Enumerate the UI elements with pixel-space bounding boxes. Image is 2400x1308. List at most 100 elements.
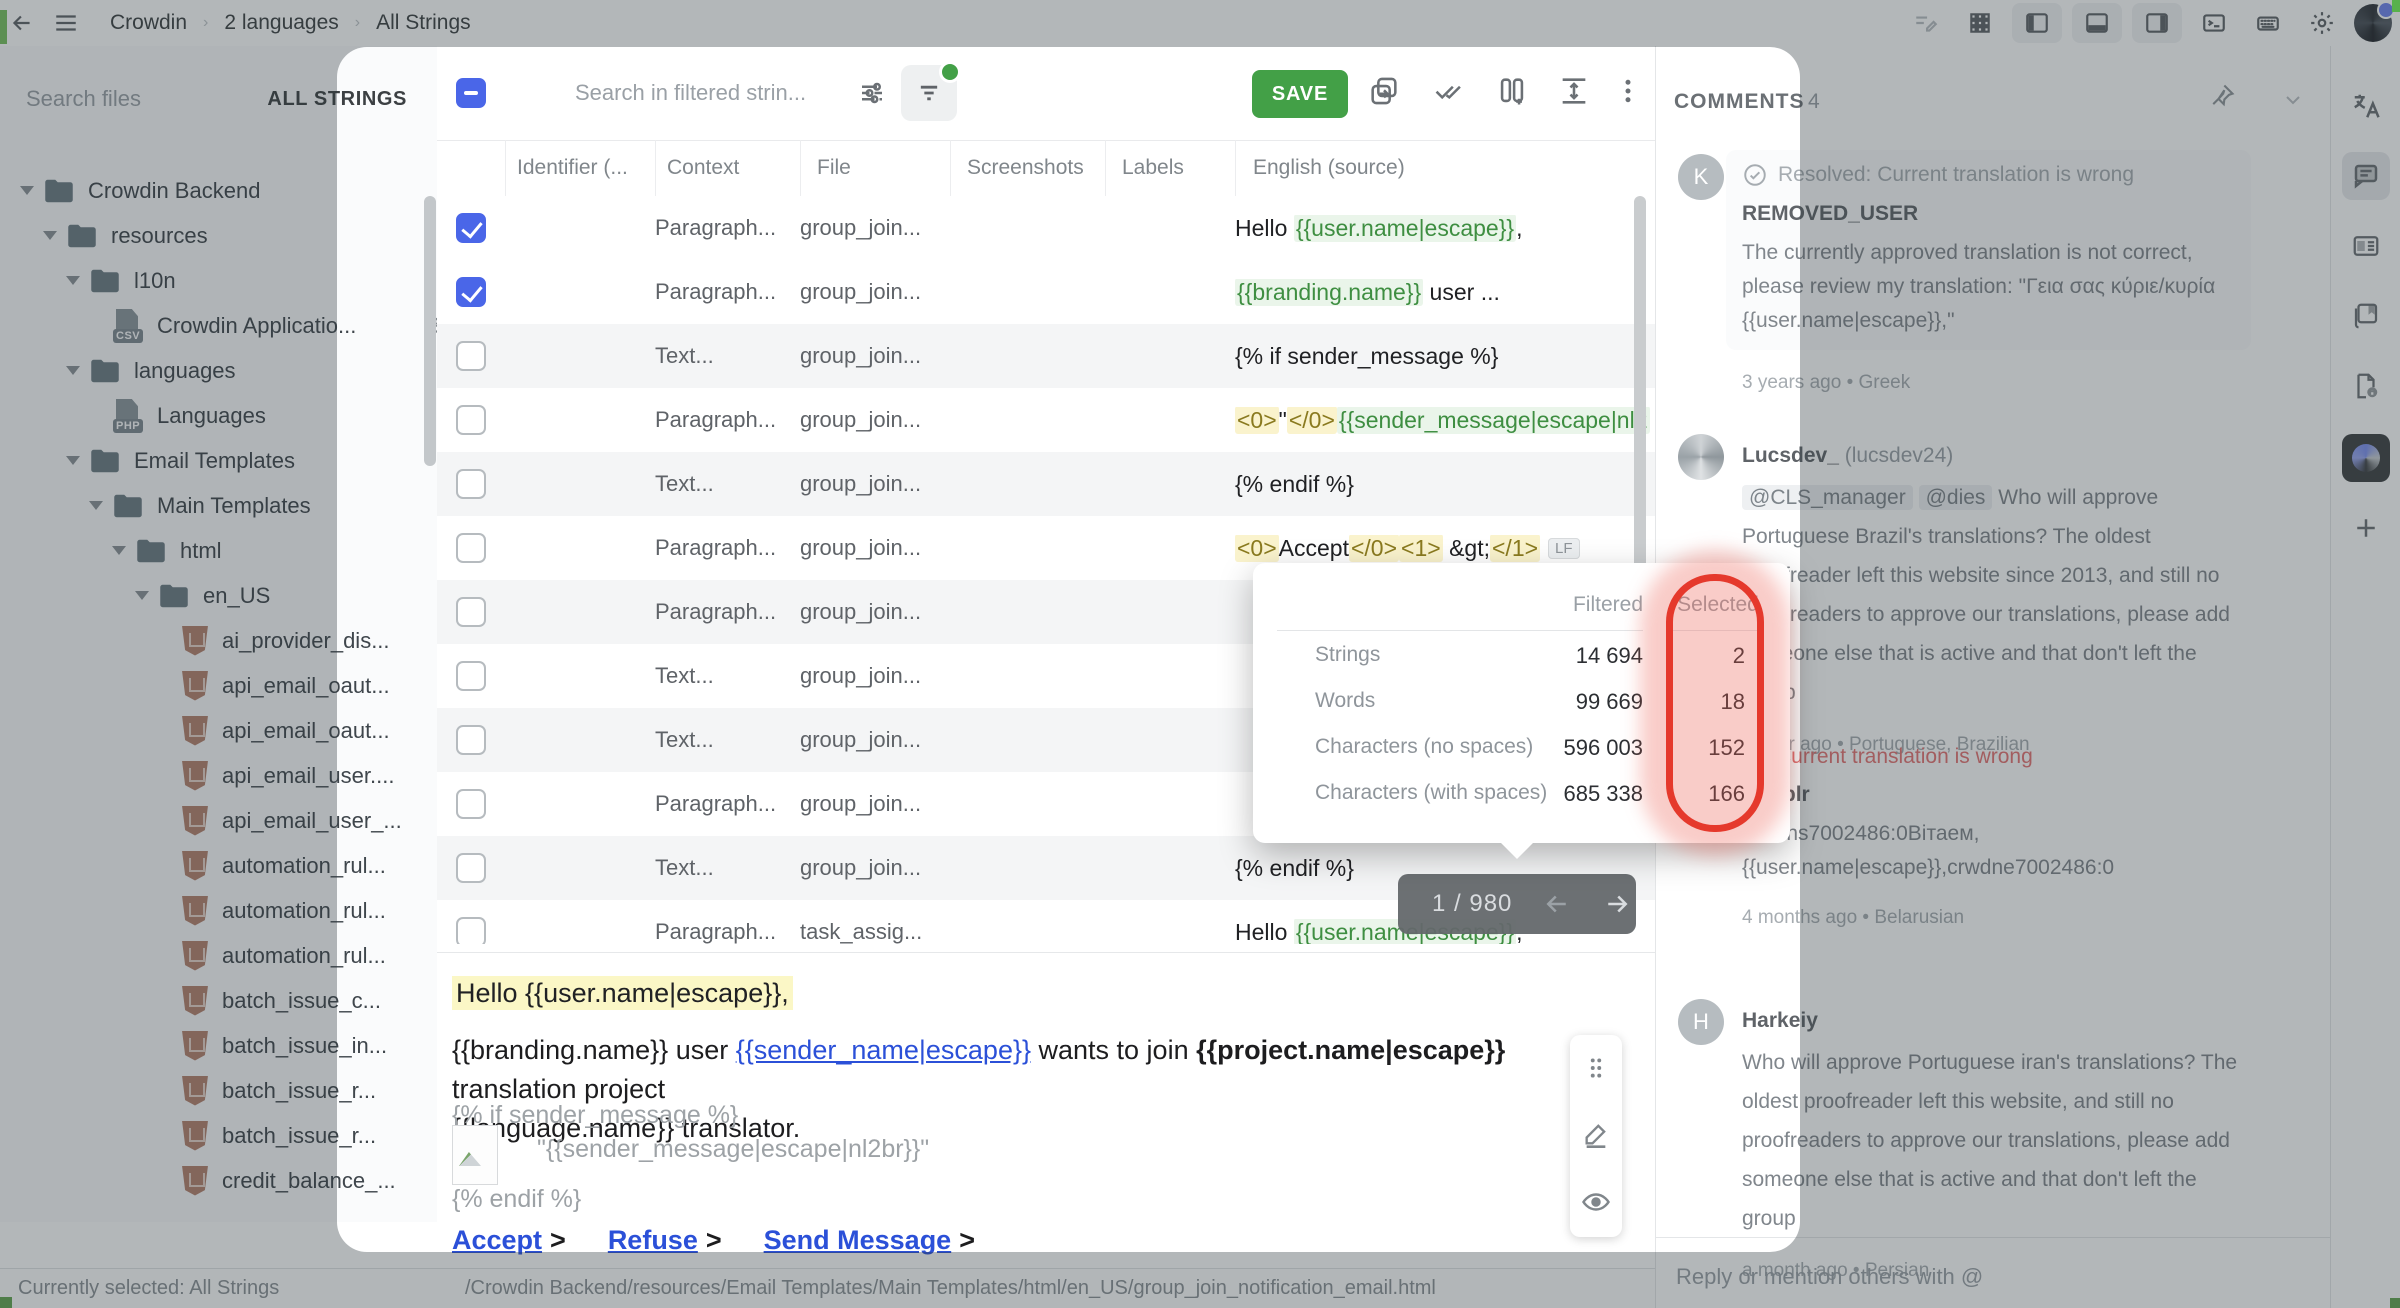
- caret-down-icon[interactable]: [20, 186, 34, 195]
- translation-preview: Hello {{user.name|escape}}, {{branding.n…: [437, 952, 1655, 1269]
- table-vertical-scrollbar[interactable]: [1634, 196, 1646, 606]
- caret-down-icon[interactable]: [89, 501, 103, 510]
- col-screenshots[interactable]: Screenshots: [967, 156, 1084, 180]
- cell-context: Paragraph...: [655, 599, 800, 625]
- tree-item[interactable]: Crowdin Backend: [0, 168, 440, 213]
- comment-author[interactable]: Harkeiy: [1742, 1009, 2251, 1033]
- search-files-input[interactable]: Search files: [26, 86, 141, 112]
- row-checkbox[interactable]: [456, 597, 486, 627]
- placeholder-link[interactable]: {{sender_name|escape}}: [736, 1035, 1031, 1065]
- comment-item[interactable]: K Resolved: Current translation is wrong…: [1656, 150, 2331, 394]
- comment-author[interactable]: REMOVED_USER: [1742, 202, 2235, 226]
- mention-chip[interactable]: @dies: [1919, 485, 1993, 510]
- caret-down-icon[interactable]: [112, 546, 126, 555]
- caret-down-icon[interactable]: [66, 276, 80, 285]
- col-identifier[interactable]: Identifier (...: [517, 156, 628, 180]
- layout-left-panel-icon[interactable]: [2012, 3, 2062, 43]
- context-info-icon[interactable]: [2342, 362, 2390, 410]
- breadcrumb-languages[interactable]: 2 languages: [224, 11, 338, 35]
- row-checkbox[interactable]: [456, 917, 486, 944]
- reply-input[interactable]: Reply or mention others with @: [1676, 1264, 1983, 1290]
- row-checkbox[interactable]: [456, 341, 486, 371]
- table-row[interactable]: Paragraph... group_join... <0>"</0>{{sen…: [437, 388, 1655, 453]
- table-row[interactable]: Paragraph... group_join... Hello {{user.…: [437, 196, 1655, 261]
- screen-corner-artifact: [0, 1297, 12, 1308]
- table-row[interactable]: Text... group_join... {% endif %}: [437, 452, 1655, 517]
- app-tile-icon[interactable]: [2342, 434, 2390, 482]
- comment-author[interactable]: lec_blr: [1742, 783, 2251, 807]
- row-checkbox[interactable]: [456, 277, 486, 307]
- chevron-down-icon[interactable]: [2281, 88, 2305, 112]
- email-action-link[interactable]: Send Message: [764, 1225, 952, 1255]
- grid-icon[interactable]: [1958, 1, 2002, 45]
- pin-icon[interactable]: [2208, 82, 2236, 110]
- tree-item[interactable]: l10n: [0, 258, 486, 303]
- comment-item[interactable]: HHarkeiy Who will approve Portuguese ira…: [1656, 995, 2331, 1282]
- tree-item[interactable]: languages: [0, 348, 486, 393]
- row-checkbox[interactable]: [456, 405, 486, 435]
- row-checkbox[interactable]: [456, 533, 486, 563]
- row-checkbox[interactable]: [456, 853, 486, 883]
- col-english-source[interactable]: English (source): [1253, 156, 1405, 180]
- fit-height-icon[interactable]: [1557, 74, 1591, 108]
- compose-icon[interactable]: [1904, 1, 1948, 45]
- tag-token: <0>: [1235, 535, 1279, 562]
- tree-item[interactable]: Email Templates: [0, 438, 486, 483]
- tree-item[interactable]: resources: [0, 213, 463, 258]
- email-action-link[interactable]: Accept: [452, 1225, 542, 1255]
- caret-down-icon[interactable]: [66, 456, 80, 465]
- table-row[interactable]: Text... group_join... {% if sender_messa…: [437, 324, 1655, 389]
- terminal-icon[interactable]: [2192, 1, 2236, 45]
- col-context[interactable]: Context: [667, 156, 739, 180]
- comments-tab-icon[interactable]: [2342, 152, 2390, 200]
- col-file[interactable]: File: [817, 156, 851, 180]
- divider: [1277, 630, 1643, 631]
- approve-all-icon[interactable]: [1432, 74, 1468, 108]
- col-labels[interactable]: Labels: [1122, 156, 1184, 180]
- html-file-icon: [182, 716, 208, 746]
- table-row[interactable]: Paragraph... group_join... {{branding.na…: [437, 260, 1655, 325]
- row-checkbox[interactable]: [456, 661, 486, 691]
- mention-chip[interactable]: @CLS_manager: [1742, 485, 1913, 510]
- row-checkbox[interactable]: [456, 789, 486, 819]
- preview-eye-icon[interactable]: [1581, 1187, 1611, 1217]
- breadcrumb-project[interactable]: Crowdin: [110, 11, 187, 35]
- folder-icon: [90, 448, 120, 474]
- row-checkbox[interactable]: [456, 469, 486, 499]
- email-action-link[interactable]: Refuse: [608, 1225, 698, 1255]
- tune-filters-icon[interactable]: [857, 78, 887, 108]
- edit-pencil-icon[interactable]: [1582, 1120, 1610, 1148]
- caret-down-icon[interactable]: [135, 591, 149, 600]
- next-page-icon[interactable]: [1602, 889, 1632, 919]
- user-avatar[interactable]: [2354, 4, 2392, 42]
- translation-memory-icon[interactable]: [2342, 222, 2390, 270]
- search-strings-input[interactable]: Search in filtered strin...: [575, 80, 845, 106]
- keyboard-icon[interactable]: [2246, 1, 2290, 45]
- all-strings-button[interactable]: ALL STRINGS: [267, 88, 407, 111]
- tree-item[interactable]: Main Templates: [0, 483, 509, 528]
- layout-bottom-panel-icon[interactable]: [2072, 3, 2122, 43]
- duplicate-icon[interactable]: [1367, 74, 1401, 108]
- drag-handle-icon[interactable]: [1583, 1055, 1609, 1081]
- translate-icon[interactable]: [2342, 82, 2390, 130]
- comment-author[interactable]: Lucsdev_ (lucsdev24): [1742, 444, 2251, 468]
- more-options-kebab-icon[interactable]: [1613, 74, 1643, 108]
- prev-page-icon[interactable]: [1542, 889, 1572, 919]
- glossary-book-icon[interactable]: [2342, 292, 2390, 340]
- row-checkbox[interactable]: [456, 213, 486, 243]
- menu-icon[interactable]: [44, 1, 88, 45]
- stat-filtered-value: 14 694: [1503, 643, 1643, 669]
- add-app-plus-icon[interactable]: [2342, 504, 2390, 552]
- sidebar-scrollbar[interactable]: [424, 196, 436, 466]
- select-all-checkbox[interactable]: [456, 78, 486, 108]
- add-column-icon[interactable]: [1495, 74, 1529, 108]
- save-button[interactable]: SAVE: [1252, 70, 1348, 118]
- caret-down-icon[interactable]: [43, 231, 57, 240]
- cell-file: group_join...: [800, 343, 950, 369]
- settings-gear-icon[interactable]: [2300, 1, 2344, 45]
- caret-down-icon[interactable]: [66, 366, 80, 375]
- filter-button[interactable]: [901, 65, 957, 121]
- breadcrumb-all-strings[interactable]: All Strings: [376, 11, 471, 35]
- layout-right-panel-icon[interactable]: [2132, 3, 2182, 43]
- row-checkbox[interactable]: [456, 725, 486, 755]
